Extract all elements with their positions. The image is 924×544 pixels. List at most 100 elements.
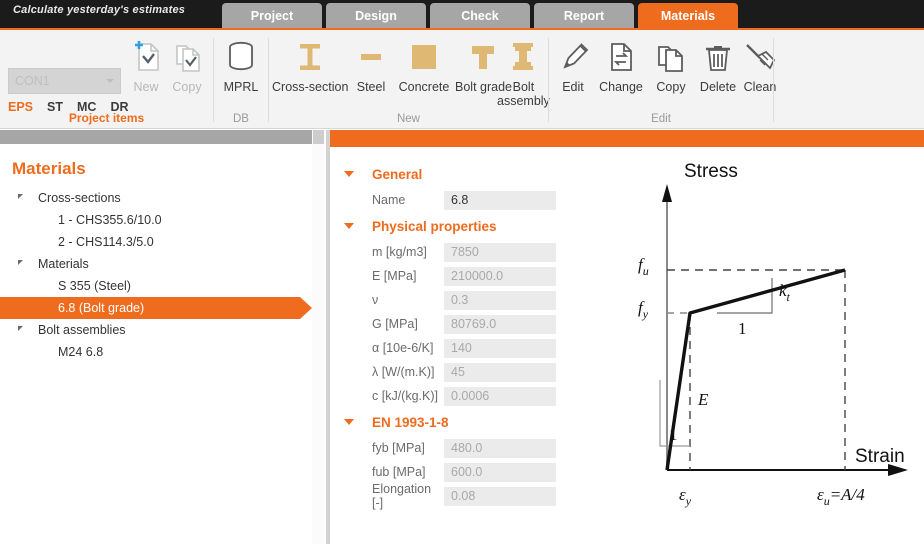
tree-node-m24-68[interactable]: M24 6.8 [0,341,312,363]
project-item-combo[interactable]: CON1 [8,68,121,94]
property-row-e-modulus: E [MPa] 210000.0 [336,264,606,288]
tree-node-label: 6.8 (Bolt grade) [0,301,144,315]
property-row-elongation: Elongation [-] 0.08 [336,484,606,508]
new-project-item-button[interactable]: New [126,36,166,94]
new-cross-section-button[interactable]: Cross-section [272,36,348,94]
tree-node-materials[interactable]: Materials [0,253,312,275]
bolt-assembly-icon [497,36,549,76]
new-steel-button[interactable]: Steel [353,36,389,94]
tree-node-68-bolt-grade[interactable]: 6.8 (Bolt grade) [0,297,300,319]
new-document-icon [126,36,166,76]
name-input[interactable]: 6.8 [444,191,556,210]
database-icon [221,36,261,76]
panel-splitter[interactable] [326,130,330,544]
property-row-fub: fub [MPa] 600.0 [336,460,606,484]
property-row-poisson: ν 0.3 [336,288,606,312]
steel-plate-icon [353,36,389,76]
tree-node-bolt-assemblies[interactable]: Bolt assemblies [0,319,312,341]
collapse-triangle-icon[interactable] [344,223,354,229]
section-general[interactable]: General [336,160,606,188]
expand-caret-icon[interactable] [18,194,23,199]
property-label: c [kJ/(kg.K)] [336,389,444,403]
property-value: 480.0 [444,439,556,458]
property-label: Elongation [-] [336,482,444,510]
ribbon-group-db: MPRL DB [214,30,268,129]
tree-node-s355-steel[interactable]: S 355 (Steel) [0,275,312,297]
hardening-slope-helper [717,278,772,313]
clean-label: Clean [744,80,777,94]
property-value: 80769.0 [444,315,556,334]
expand-caret-icon[interactable] [18,326,23,331]
property-row-lambda: λ [W/(m.K)] 45 [336,360,606,384]
property-label: ν [336,293,444,307]
property-label: fub [MPa] [336,465,444,479]
collapse-triangle-icon[interactable] [344,171,354,177]
property-label: fyb [MPa] [336,441,444,455]
trash-icon [693,36,743,76]
copy-label: Copy [656,80,685,94]
ribbon-separator-4 [773,38,774,122]
tree-node-label: 2 - CHS114.3/5.0 [0,235,154,249]
left-panel-scrollbar[interactable] [312,130,325,544]
edit-label: Edit [562,80,584,94]
mprl-button[interactable]: MPRL [221,36,261,94]
property-row-density: m [kg/m3] 7850 [336,240,606,264]
property-label: G [MPa] [336,317,444,331]
hardening-unit-annotation: 1 [738,319,747,338]
new-concrete-button[interactable]: Concrete [393,36,455,94]
epsy-tick-label: εy [679,485,692,508]
copy-project-item-button[interactable]: Copy [167,36,207,94]
section-title: Physical properties [336,219,497,234]
scrollbar-thumb[interactable] [313,130,324,144]
tab-project[interactable]: Project [222,3,322,29]
ribbon-tab-strip: Project Design Check Report Materials [222,3,738,29]
new-project-item-label: New [133,80,158,94]
ribbon-group-edit: Edit Change Copy [549,30,773,129]
copy-document-icon [167,36,207,76]
copy-project-item-label: Copy [172,80,201,94]
new-cross-section-label: Cross-section [272,80,348,94]
tab-report[interactable]: Report [534,3,634,29]
change-button[interactable]: Change [593,36,649,94]
property-value: 0.08 [444,487,556,506]
materials-tree: Materials Cross-sections 1 - CHS355.6/10… [0,147,312,363]
new-bolt-assembly-button[interactable]: Bolt assembly [497,36,550,108]
chevron-down-icon [106,79,114,83]
new-bolt-assembly-label: Bolt assembly [497,80,550,108]
edit-button[interactable]: Edit [554,36,592,94]
property-value: 600.0 [444,463,556,482]
ribbon-group-new: Cross-section Steel Concrete [269,30,548,129]
tab-design[interactable]: Design [326,3,426,29]
ribbon-group-label-edit: Edit [549,113,773,125]
tree-node-cross-sections[interactable]: Cross-sections [0,187,312,209]
property-value: 7850 [444,243,556,262]
ribbon: CON1 EPS ST MC DR New [0,30,924,129]
fy-tick-label: fy [638,298,649,321]
property-row-alpha: α [10e-6/K] 140 [336,336,606,360]
tree-node-chs355[interactable]: 1 - CHS355.6/10.0 [0,209,312,231]
delete-button[interactable]: Delete [693,36,743,94]
property-value: 140 [444,339,556,358]
section-physical-properties[interactable]: Physical properties [336,212,606,240]
ribbon-group-label-project-items: Project items [0,111,213,125]
expand-caret-icon[interactable] [18,260,23,265]
collapse-triangle-icon[interactable] [344,419,354,425]
property-label: Name [336,193,444,207]
tree-node-chs114[interactable]: 2 - CHS114.3/5.0 [0,231,312,253]
property-row-c: c [kJ/(kg.K)] 0.0006 [336,384,606,408]
tab-check[interactable]: Check [430,3,530,29]
section-en-1993-1-8[interactable]: EN 1993-1-8 [336,408,606,436]
tab-label: Report [564,9,604,23]
y-axis-title: Stress [684,161,738,182]
tab-materials[interactable]: Materials [638,3,738,29]
ribbon-group-label-new: New [269,113,548,125]
property-label: λ [W/(m.K)] [336,365,444,379]
clean-button[interactable]: Clean [738,36,782,94]
title-bar: Calculate yesterday's estimates Project … [0,0,924,30]
property-row-name: Name 6.8 [336,188,606,212]
property-label: E [MPa] [336,269,444,283]
new-concrete-label: Concrete [399,80,450,94]
copy-button[interactable]: Copy [649,36,693,94]
y-axis-arrow [662,184,672,202]
project-item-combo-value: CON1 [9,74,50,88]
